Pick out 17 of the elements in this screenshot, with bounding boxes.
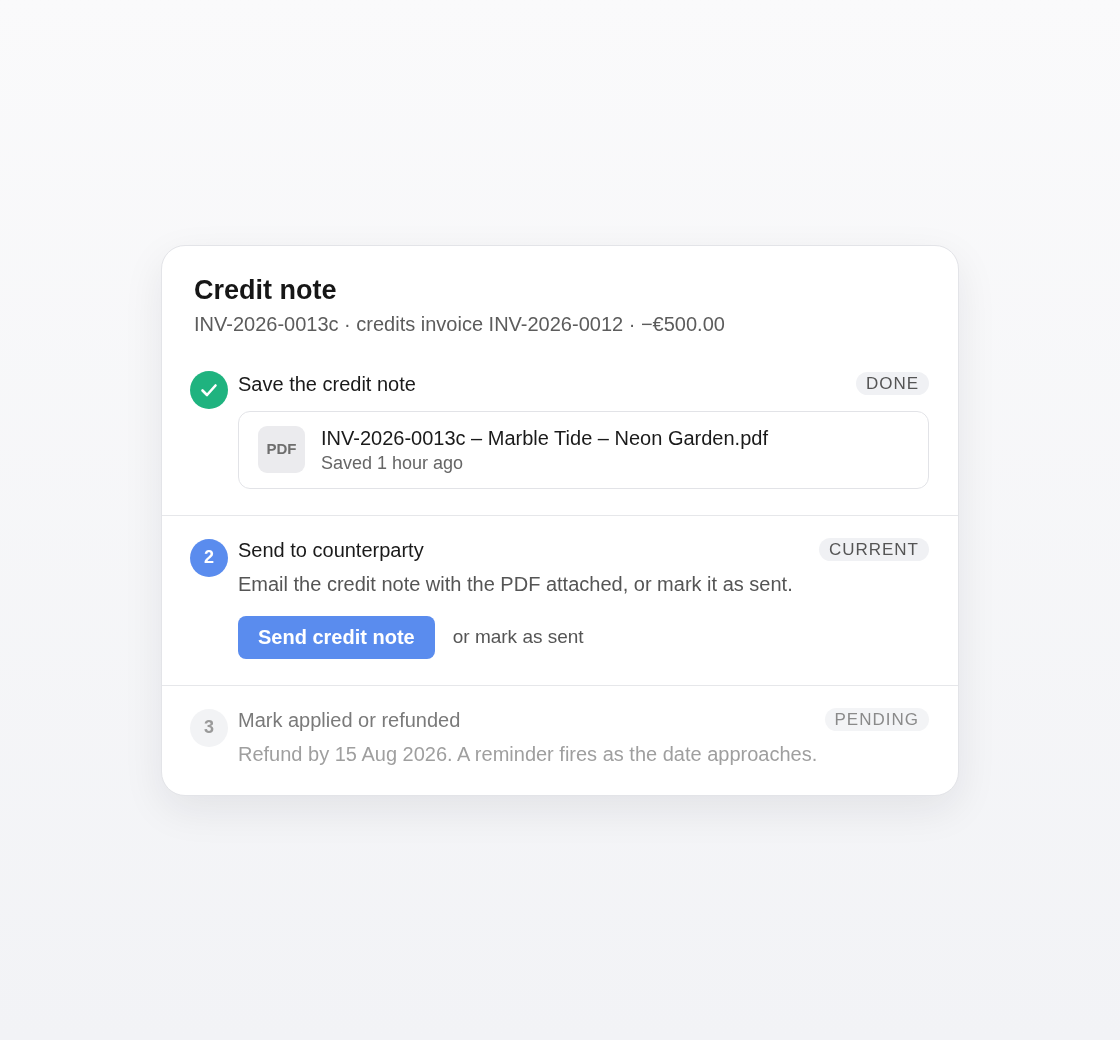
file-type-label: PDF [258,426,305,473]
step-description: Refund by 15 Aug 2026. A reminder fires as the date approaches. [238,741,819,767]
step-number: 3 [190,708,228,747]
file-name: INV-2026-0013c – Marble Tide – Neon Garden.pdf [321,425,768,451]
step-number: 2 [190,538,228,577]
status-badge: CURRENT [818,538,929,561]
file-meta: Saved 1 hour ago [321,451,465,475]
status-badge: PENDING [824,708,929,731]
step-title: Send to counterparty [238,537,424,563]
step-description: Email the credit note with the PDF attached, or mark it as sent. [238,571,794,597]
step-title: Mark applied or refunded [238,707,461,733]
file-card[interactable]: PDF INV-2026-0013c – Marble Tide – Neon Garden.pdf Saved 1 hour ago [238,410,929,489]
card-title: Credit note [194,273,338,306]
card-subtitle: INV-2026-0013c · credits invoice INV-2026-0012 · −€500.00 [194,311,726,337]
mark-as-sent-link[interactable]: or mark as sent [452,624,584,650]
step-title: Save the credit note [238,371,416,397]
status-badge: DONE [855,372,929,395]
